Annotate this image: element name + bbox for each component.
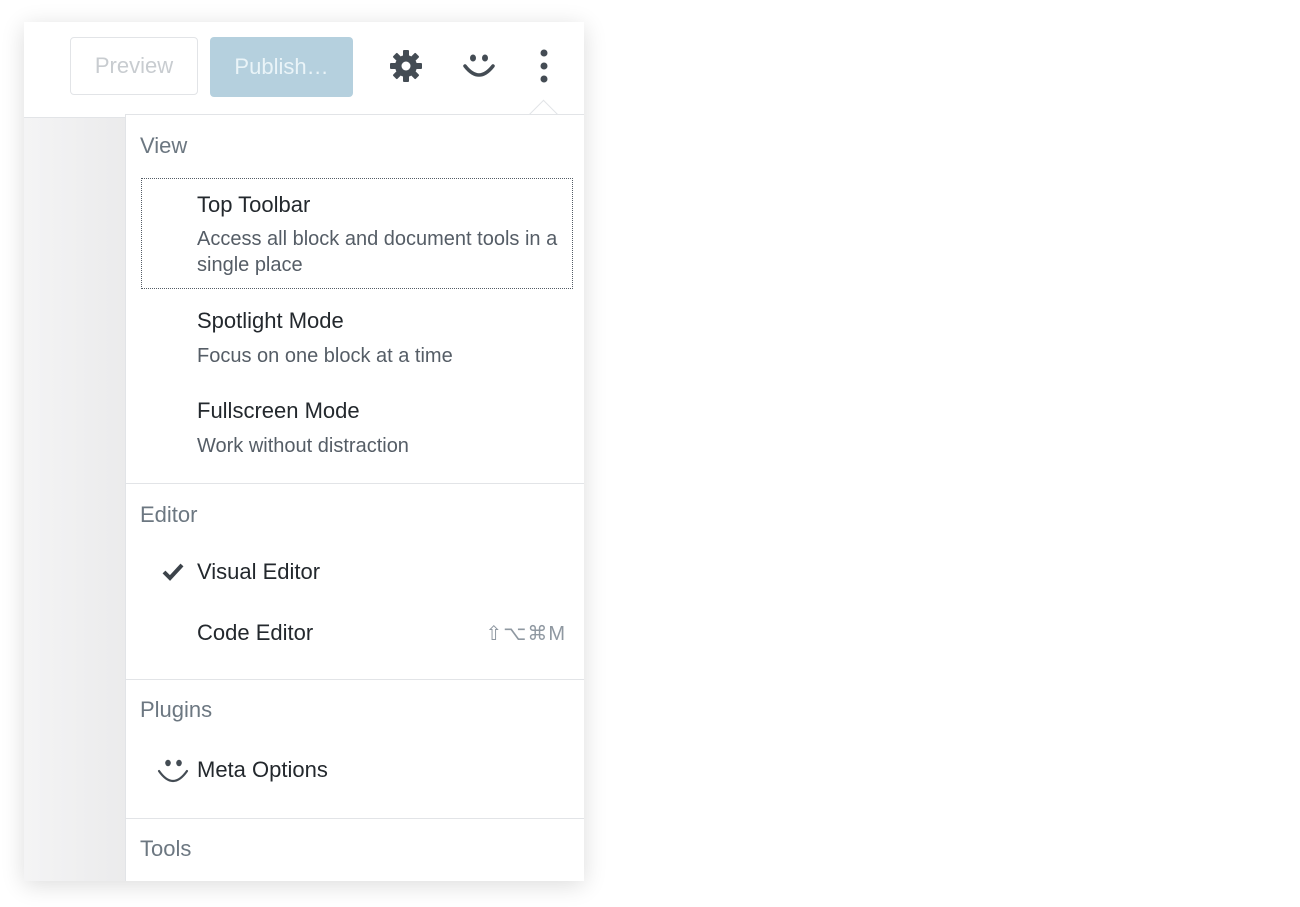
top-toolbar: Preview Publish… xyxy=(24,22,584,118)
section-title-view: View xyxy=(140,133,188,158)
menu-item-top-toolbar-label: Top Toolbar xyxy=(197,192,311,217)
menu-item-spotlight-mode-label: Spotlight Mode xyxy=(197,308,344,333)
section-title-plugins: Plugins xyxy=(140,697,213,722)
section-title-tools: Tools xyxy=(140,836,192,861)
separator xyxy=(126,818,584,819)
separator xyxy=(126,483,584,484)
menu-item-visual-editor[interactable]: Visual Editor xyxy=(141,548,573,598)
gear-icon xyxy=(390,50,422,82)
menu-item-spotlight-mode-description: Focus on one block at a time xyxy=(197,345,453,367)
menu-item-visual-editor-label: Visual Editor xyxy=(197,559,321,584)
more-menu-dropdown: View Top Toolbar Access all block and do… xyxy=(125,114,584,881)
editor-window: Preview Publish… View Top Toolbar Access… xyxy=(24,22,584,881)
menu-item-code-editor[interactable]: Code Editor ⇧⌥⌘M xyxy=(141,609,573,659)
menu-item-fullscreen-mode-label: Fullscreen Mode xyxy=(197,398,360,423)
menu-item-fullscreen-mode[interactable]: Fullscreen Mode Work without distraction xyxy=(141,387,573,467)
smiley-icon xyxy=(463,54,495,77)
menu-item-code-editor-label: Code Editor xyxy=(197,620,314,645)
preview-button[interactable]: Preview xyxy=(70,37,198,95)
section-title-editor: Editor xyxy=(140,502,198,527)
vertical-ellipsis-icon xyxy=(540,49,548,83)
menu-item-spotlight-mode[interactable]: Spotlight Mode Focus on one block at a t… xyxy=(141,297,573,377)
menu-item-meta-options[interactable]: Meta Options xyxy=(141,743,573,799)
menu-item-meta-options-label: Meta Options xyxy=(197,757,328,782)
publish-button[interactable]: Publish… xyxy=(210,37,353,97)
menu-item-top-toolbar-description: Access all block and document tools in a… xyxy=(197,228,558,276)
plugin-smiley-button[interactable] xyxy=(457,44,501,88)
more-menu-button[interactable] xyxy=(522,44,566,88)
smiley-icon xyxy=(157,759,189,783)
settings-button[interactable] xyxy=(384,44,428,88)
checkmark-icon xyxy=(162,563,184,581)
editor-canvas xyxy=(24,118,125,881)
separator xyxy=(126,679,584,680)
keyboard-shortcut: ⇧⌥⌘M xyxy=(485,623,566,645)
menu-item-fullscreen-mode-description: Work without distraction xyxy=(197,435,409,457)
